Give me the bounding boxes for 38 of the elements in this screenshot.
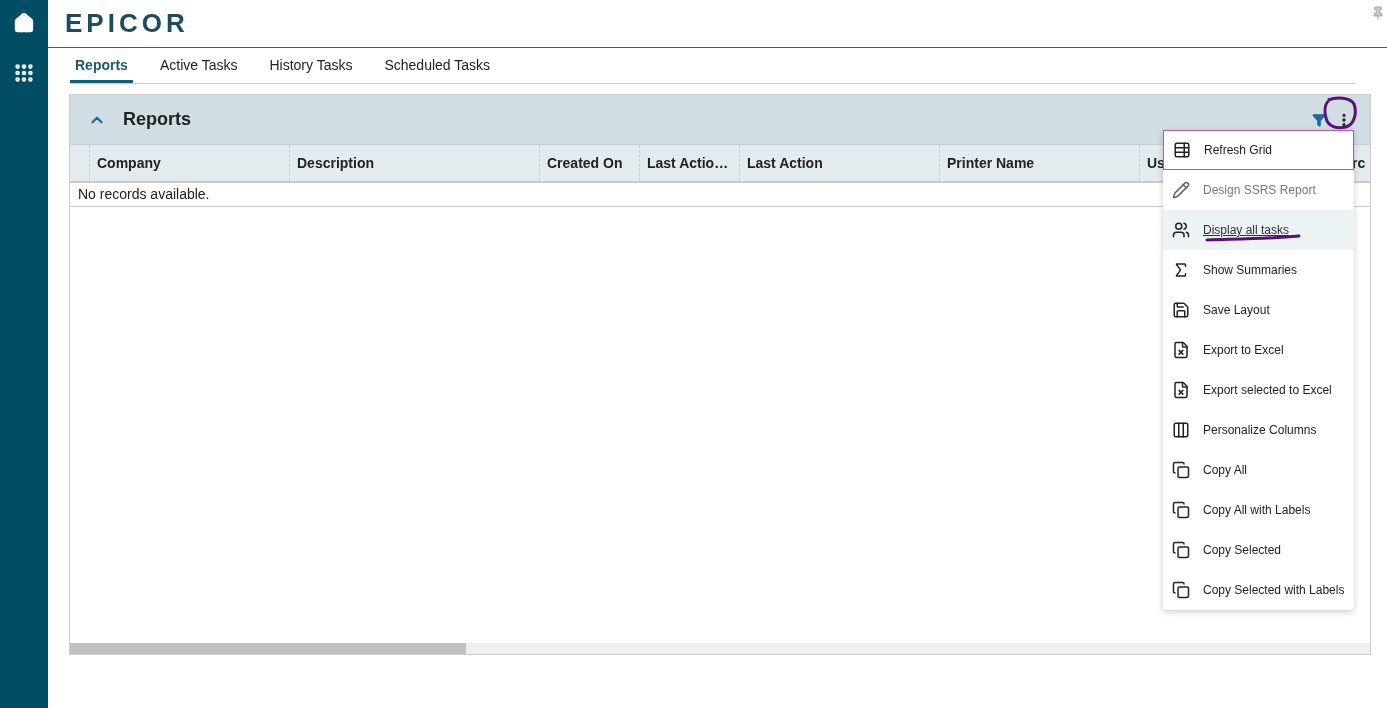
menu-item[interactable]: Refresh Grid [1163, 130, 1354, 170]
menu-item[interactable]: Copy All with Labels [1163, 490, 1354, 530]
column-header[interactable]: Printer Name [940, 145, 1140, 181]
tab[interactable]: Reports [70, 52, 133, 83]
column-header[interactable]: Last Action [740, 145, 940, 181]
empty-message: No records available. [78, 185, 210, 204]
menu-item[interactable]: Export selected to Excel [1163, 370, 1354, 410]
column-header[interactable]: Description [290, 145, 540, 181]
menu-item[interactable]: Export to Excel [1163, 330, 1354, 370]
copy-icon [1172, 501, 1190, 519]
copy-icon [1172, 461, 1190, 479]
column-header[interactable]: Last Actio… [640, 145, 740, 181]
apps-icon[interactable] [13, 62, 35, 84]
home-icon[interactable] [13, 12, 35, 34]
people-icon [1172, 221, 1190, 239]
menu-item[interactable]: Save Layout [1163, 290, 1354, 330]
excel-file-icon [1172, 381, 1190, 399]
copy-icon [1172, 581, 1190, 599]
tab[interactable]: History Tasks [264, 52, 358, 83]
menu-item[interactable]: Display all tasks [1163, 210, 1354, 250]
menu-item[interactable]: Copy Selected with Labels [1163, 570, 1354, 610]
menu-item[interactable]: Show Summaries [1163, 250, 1354, 290]
column-header[interactable]: Company [90, 145, 290, 181]
column-header[interactable]: Created On [540, 145, 640, 181]
filter-icon[interactable] [1312, 112, 1326, 127]
tab[interactable]: Scheduled Tasks [379, 52, 496, 83]
menu-item[interactable]: Personalize Columns [1163, 410, 1354, 450]
excel-file-icon [1172, 341, 1190, 359]
panel-title: Reports [123, 108, 191, 131]
pencil-icon [1172, 181, 1190, 199]
copy-icon [1172, 541, 1190, 559]
logo: EPICOR [65, 7, 189, 40]
scrollbar[interactable] [70, 643, 1370, 654]
menu-item[interactable]: Copy Selected [1163, 530, 1354, 570]
tab[interactable]: Active Tasks [154, 52, 243, 83]
menu-item[interactable]: Copy All [1163, 450, 1354, 490]
grid-refresh-icon [1173, 141, 1191, 159]
columns-icon [1172, 421, 1190, 439]
